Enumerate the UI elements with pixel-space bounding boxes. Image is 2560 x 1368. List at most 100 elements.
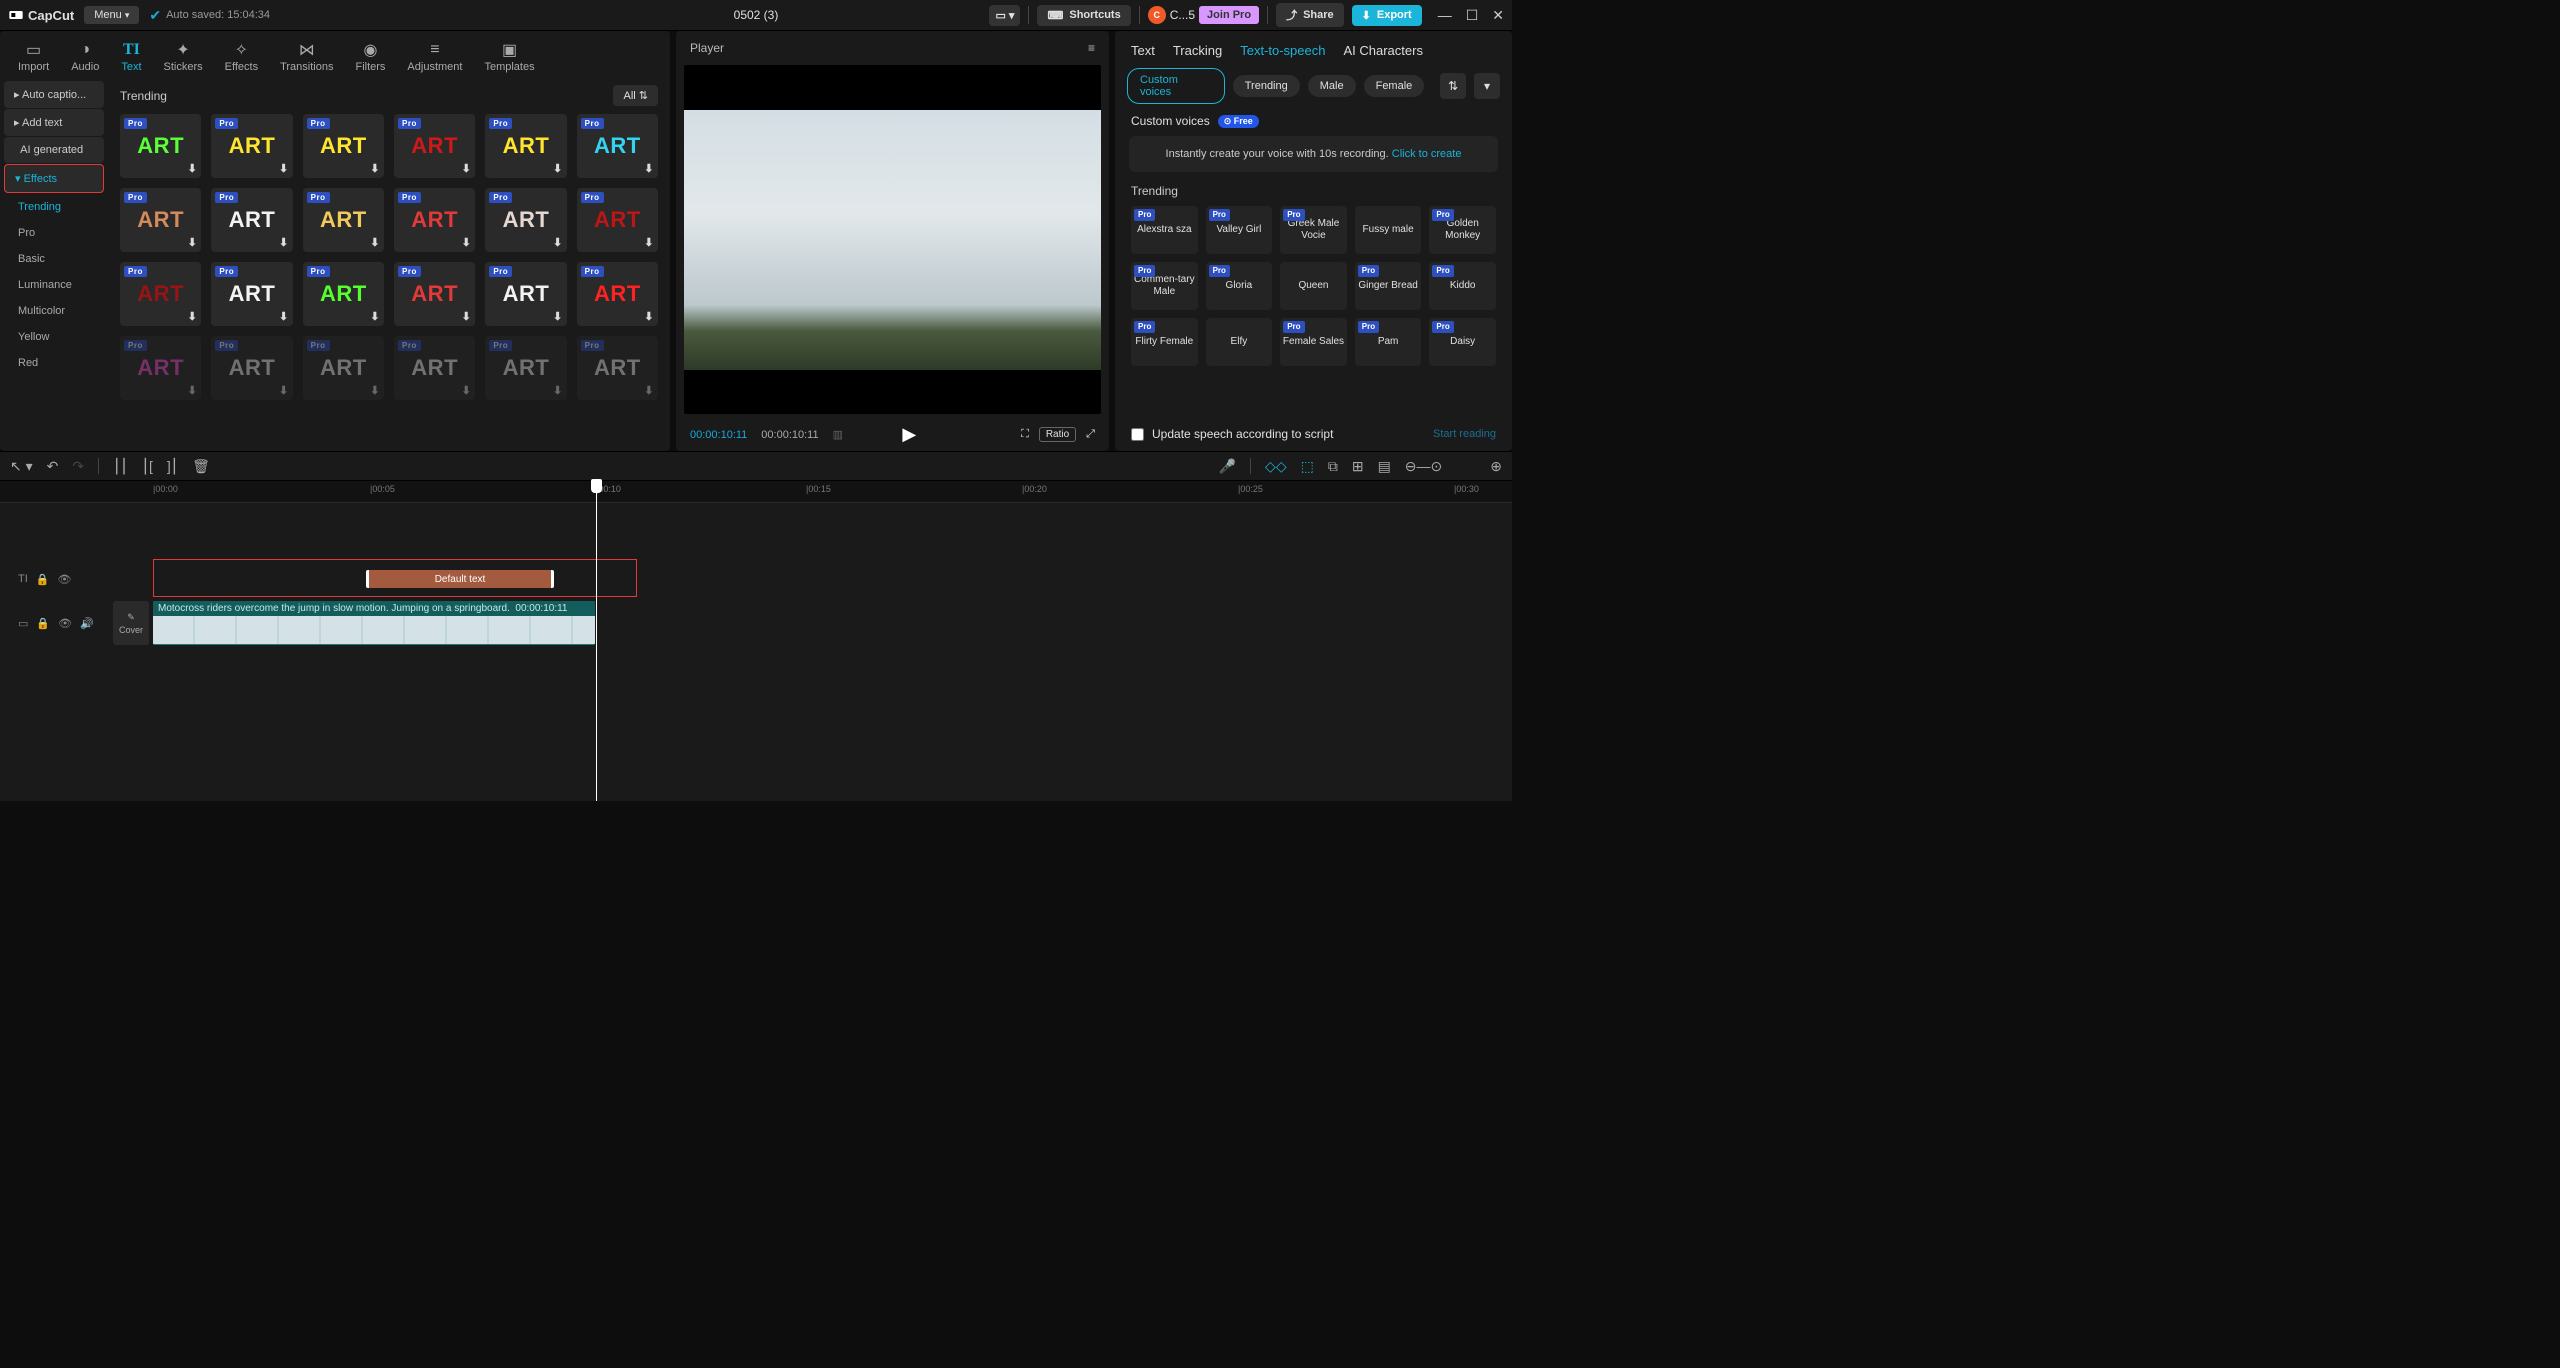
download-icon[interactable]: ⬇ bbox=[644, 310, 654, 323]
effect-thumb[interactable]: ProART⬇ bbox=[577, 188, 658, 252]
voice-card[interactable]: Queen bbox=[1280, 262, 1347, 310]
compare-icon[interactable]: ▥ bbox=[833, 428, 843, 441]
click-to-create-link[interactable]: Click to create bbox=[1392, 148, 1462, 160]
update-speech-checkbox[interactable] bbox=[1131, 428, 1144, 441]
video-clip[interactable]: Motocross riders overcome the jump in sl… bbox=[153, 601, 595, 645]
text-clip[interactable]: Default text bbox=[366, 570, 554, 588]
download-icon[interactable]: ⬇ bbox=[188, 310, 198, 323]
split-left-icon[interactable]: ⎮[ bbox=[142, 458, 153, 475]
effect-thumb[interactable]: ProART⬇ bbox=[120, 262, 201, 326]
sidebar-sub-basic[interactable]: Basic bbox=[4, 246, 104, 272]
playhead[interactable] bbox=[596, 481, 597, 801]
split-icon[interactable]: ⎮⎮ bbox=[113, 458, 128, 475]
select-tool-icon[interactable]: ↖ ▾ bbox=[10, 458, 33, 475]
sidebar-sub-pro[interactable]: Pro bbox=[4, 220, 104, 246]
vf-male[interactable]: Male bbox=[1308, 75, 1356, 97]
lock-icon[interactable]: 🔒 bbox=[36, 617, 50, 630]
shortcuts-button[interactable]: ⌨ Shortcuts bbox=[1037, 5, 1130, 26]
tab-audio[interactable]: ◑Audio bbox=[61, 37, 109, 77]
fullscreen-icon[interactable]: ⤢ bbox=[1086, 428, 1095, 441]
voice-card[interactable]: ProGolden Monkey bbox=[1429, 206, 1496, 254]
speaker-icon[interactable]: 🔊 bbox=[80, 617, 94, 630]
effect-thumb[interactable]: ProART⬇ bbox=[394, 262, 475, 326]
sidebar-sub-trending[interactable]: Trending bbox=[4, 194, 104, 220]
tab-effects[interactable]: ✧Effects bbox=[215, 37, 268, 77]
effect-thumb[interactable]: ProART⬇ bbox=[485, 336, 566, 400]
effect-thumb[interactable]: ProART⬇ bbox=[485, 262, 566, 326]
rptab-tts[interactable]: Text-to-speech bbox=[1240, 43, 1325, 58]
download-icon[interactable]: ⬇ bbox=[370, 384, 380, 397]
download-icon[interactable]: ⬇ bbox=[370, 162, 380, 175]
download-icon[interactable]: ⬇ bbox=[462, 310, 472, 323]
effect-thumb[interactable]: ProART⬇ bbox=[485, 114, 566, 178]
redo-icon[interactable]: ↷ bbox=[72, 458, 84, 475]
tab-stickers[interactable]: ✦Stickers bbox=[154, 37, 213, 77]
zoom-in-icon[interactable]: ⊕ bbox=[1490, 458, 1502, 475]
download-icon[interactable]: ⬇ bbox=[462, 236, 472, 249]
effect-thumb[interactable]: ProART⬇ bbox=[120, 336, 201, 400]
effect-thumb[interactable]: ProART⬇ bbox=[211, 262, 292, 326]
voice-more-icon[interactable]: ▾ bbox=[1474, 73, 1500, 99]
effect-thumb[interactable]: ProART⬇ bbox=[211, 114, 292, 178]
tab-text[interactable]: TIText bbox=[111, 37, 151, 77]
download-icon[interactable]: ⬇ bbox=[553, 384, 563, 397]
download-icon[interactable]: ⬇ bbox=[188, 162, 198, 175]
voice-card[interactable]: ProAlexstra sza bbox=[1131, 206, 1198, 254]
voice-settings-icon[interactable]: ⇅ bbox=[1440, 73, 1466, 99]
magnet-icon[interactable]: ⬚ bbox=[1301, 458, 1314, 475]
voice-card[interactable]: ProGloria bbox=[1206, 262, 1273, 310]
start-reading-button[interactable]: Start reading bbox=[1433, 428, 1496, 440]
effect-thumb[interactable]: ProART⬇ bbox=[211, 336, 292, 400]
lock-icon[interactable]: 🔒 bbox=[36, 573, 50, 586]
timeline-ruler[interactable]: |00:00|00:05|00:10|00:15|00:20|00:25|00:… bbox=[0, 481, 1512, 503]
tab-adjustment[interactable]: ≡Adjustment bbox=[397, 37, 472, 77]
maximize-icon[interactable]: ☐ bbox=[1466, 7, 1479, 24]
tab-import[interactable]: ▭Import bbox=[8, 37, 59, 77]
effect-thumb[interactable]: ProART⬇ bbox=[303, 262, 384, 326]
voice-card[interactable]: ProCommen-tary Male bbox=[1131, 262, 1198, 310]
rptab-tracking[interactable]: Tracking bbox=[1173, 43, 1222, 58]
undo-icon[interactable]: ↶ bbox=[47, 458, 59, 475]
sidebar-item-addtext[interactable]: ▸ Add text bbox=[4, 109, 104, 136]
cover-button[interactable]: ✎Cover bbox=[113, 601, 149, 645]
vf-female[interactable]: Female bbox=[1364, 75, 1425, 97]
effect-thumb[interactable]: ProART⬇ bbox=[303, 188, 384, 252]
sidebar-sub-multicolor[interactable]: Multicolor bbox=[4, 298, 104, 324]
vf-custom[interactable]: Custom voices bbox=[1127, 68, 1225, 104]
effect-thumb[interactable]: ProART⬇ bbox=[394, 188, 475, 252]
download-icon[interactable]: ⬇ bbox=[553, 162, 563, 175]
download-icon[interactable]: ⬇ bbox=[644, 162, 654, 175]
sidebar-item-aigenerated[interactable]: AI generated bbox=[4, 137, 104, 163]
snap-icon[interactable]: ◇◇ bbox=[1265, 458, 1287, 475]
sidebar-item-autocaptions[interactable]: ▸ Auto captio... bbox=[4, 81, 104, 108]
effect-thumb[interactable]: ProART⬇ bbox=[577, 336, 658, 400]
rptab-text[interactable]: Text bbox=[1131, 43, 1155, 58]
sidebar-sub-yellow[interactable]: Yellow bbox=[4, 324, 104, 350]
share-button[interactable]: ⤴ Share bbox=[1276, 3, 1344, 27]
voice-card[interactable]: Fussy male bbox=[1355, 206, 1422, 254]
download-icon[interactable]: ⬇ bbox=[462, 384, 472, 397]
voice-card[interactable]: ProFlirty Female bbox=[1131, 318, 1198, 366]
tab-transitions[interactable]: ⋈Transitions bbox=[270, 37, 343, 77]
download-icon[interactable]: ⬇ bbox=[188, 384, 198, 397]
eye-icon[interactable]: 👁 bbox=[58, 617, 72, 630]
close-icon[interactable]: ✕ bbox=[1492, 7, 1504, 24]
effect-thumb[interactable]: ProART⬇ bbox=[394, 336, 475, 400]
menu-button[interactable]: Menu ▾ bbox=[84, 6, 139, 24]
download-icon[interactable]: ⬇ bbox=[370, 310, 380, 323]
eye-icon[interactable]: 👁 bbox=[57, 573, 71, 586]
link-icon[interactable]: ⧉ bbox=[1328, 458, 1338, 475]
effect-thumb[interactable]: ProART⬇ bbox=[120, 188, 201, 252]
mic-icon[interactable]: 🎤 bbox=[1219, 458, 1236, 475]
voice-card[interactable]: ProPam bbox=[1355, 318, 1422, 366]
effect-thumb[interactable]: ProART⬇ bbox=[211, 188, 292, 252]
voice-card[interactable]: ProValley Girl bbox=[1206, 206, 1273, 254]
voice-card[interactable]: Elfy bbox=[1206, 318, 1273, 366]
align-icon[interactable]: ⊞ bbox=[1352, 458, 1364, 475]
settings-icon[interactable]: ▤ bbox=[1378, 458, 1391, 475]
effect-thumb[interactable]: ProART⬇ bbox=[577, 114, 658, 178]
player-viewport[interactable] bbox=[684, 65, 1101, 414]
effect-thumb[interactable]: ProART⬇ bbox=[394, 114, 475, 178]
effects-filter-button[interactable]: All ⇅ bbox=[613, 85, 658, 106]
effect-thumb[interactable]: ProART⬇ bbox=[303, 114, 384, 178]
